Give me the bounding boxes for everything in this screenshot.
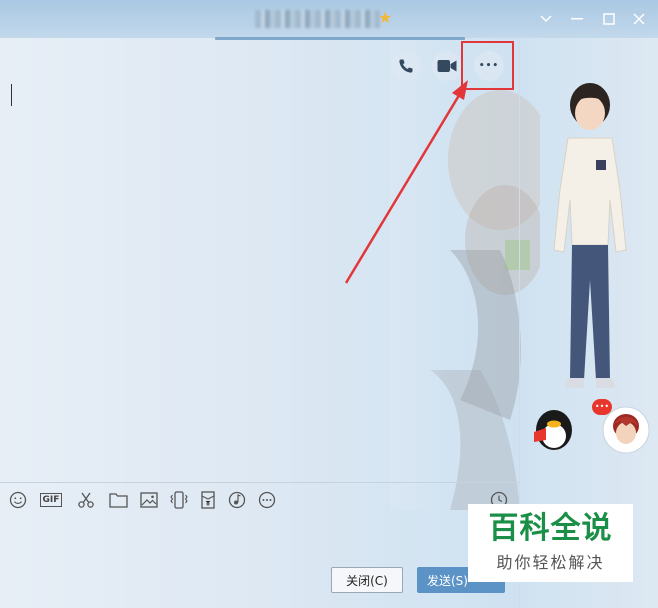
watermark-title: 百科全说 bbox=[488, 511, 613, 546]
music-button[interactable] bbox=[226, 489, 248, 511]
red-packet-icon bbox=[201, 491, 215, 509]
emoji-button[interactable] bbox=[7, 489, 29, 511]
close-chat-label: 关闭(C) bbox=[346, 573, 388, 588]
send-image-button[interactable] bbox=[138, 489, 160, 511]
message-history-caret bbox=[11, 84, 12, 106]
red-packet-button[interactable] bbox=[197, 489, 219, 511]
send-file-button[interactable] bbox=[107, 489, 129, 511]
folder-icon bbox=[108, 493, 128, 508]
qq-penguin-icon bbox=[534, 410, 572, 450]
send-message-label: 发送(S) bbox=[427, 573, 468, 588]
more-tools-button[interactable] bbox=[256, 489, 278, 511]
window-shake-button[interactable] bbox=[168, 489, 190, 511]
contact-avatar-show bbox=[553, 83, 627, 388]
close-chat-button[interactable]: 关闭(C) bbox=[331, 567, 403, 593]
baike-watermark: 百科全说 助你轻松解决 bbox=[468, 504, 633, 582]
shake-icon bbox=[170, 491, 188, 509]
more-icon bbox=[258, 491, 276, 509]
image-icon bbox=[140, 492, 158, 508]
music-icon bbox=[228, 491, 246, 509]
watermark-subtitle: 助你轻松解决 bbox=[496, 553, 605, 572]
scissors-icon bbox=[78, 492, 94, 508]
screenshot-button[interactable] bbox=[75, 489, 97, 511]
gif-button[interactable]: GIF bbox=[38, 489, 64, 511]
my-avatar[interactable] bbox=[602, 406, 650, 454]
chat-window: ★ ••• GIF ••• 关闭(C) 发送(S) 百科全说 助你轻松解决 bbox=[0, 0, 658, 608]
emoji-icon bbox=[9, 491, 27, 509]
input-divider bbox=[0, 482, 520, 483]
gif-icon: GIF bbox=[39, 493, 63, 507]
